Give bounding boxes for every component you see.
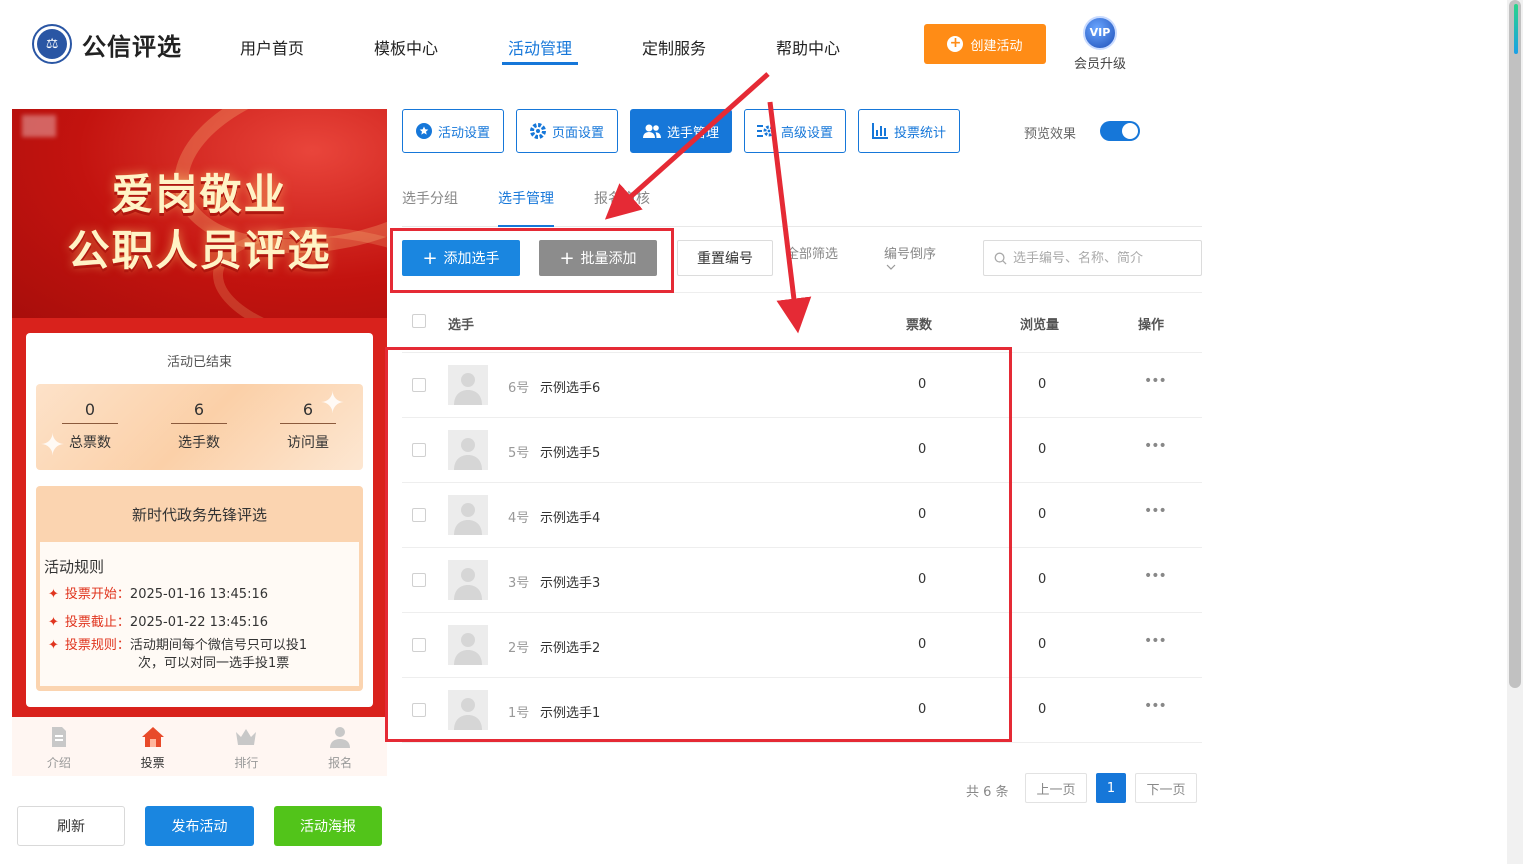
annotation-arrows (604, 72, 812, 334)
page-scrollbar-thumb[interactable] (1509, 0, 1521, 688)
annotation-arrow (604, 72, 770, 220)
annotation-arrow (767, 101, 812, 334)
